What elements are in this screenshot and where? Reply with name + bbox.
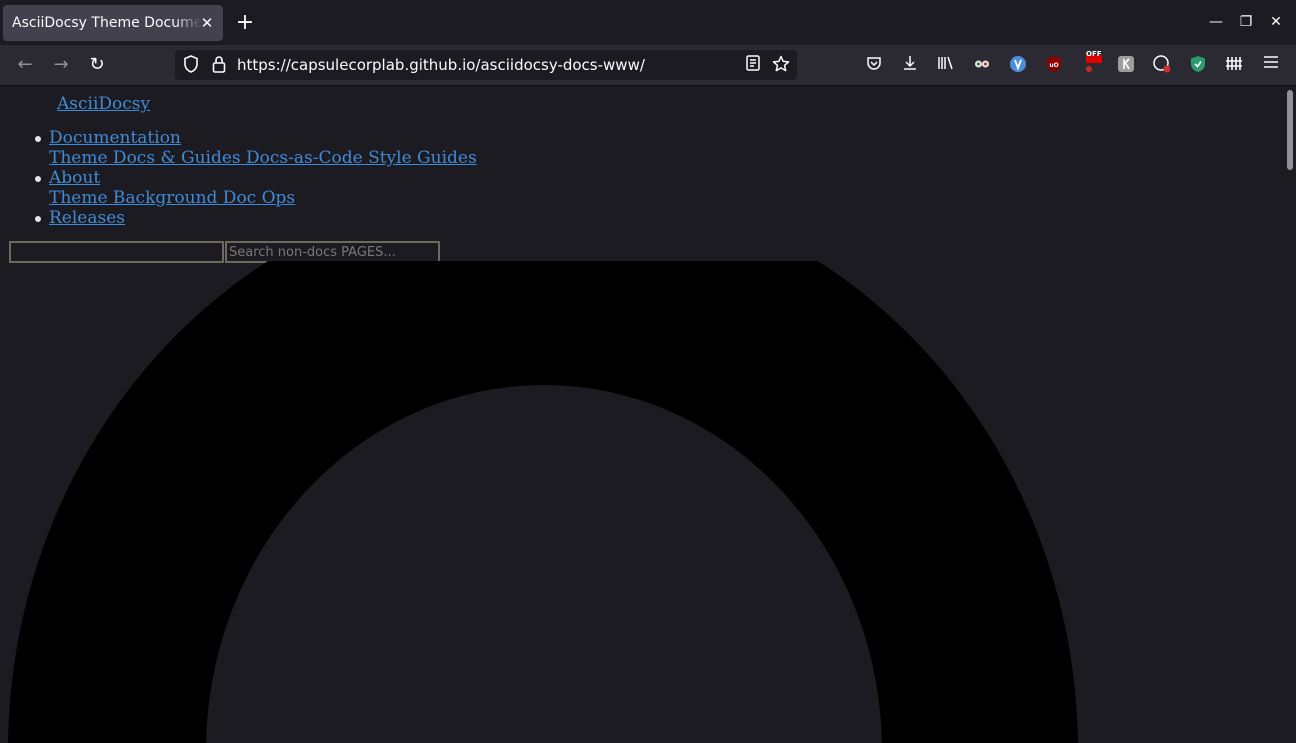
off-badge: OFF [1086, 50, 1102, 58]
svg-text:uO: uO [1049, 62, 1058, 69]
pocket-icon[interactable] [864, 55, 884, 75]
extension-fence-icon[interactable] [1224, 55, 1244, 75]
downloads-icon[interactable] [900, 55, 920, 75]
main-menu: Documentation Theme Docs & Guides Docs-a… [35, 128, 477, 228]
tab-asciidocsy[interactable]: AsciiDocsy Theme Documentation ✕ [3, 5, 223, 41]
back-button[interactable]: ← [13, 53, 37, 77]
menu-link-documentation[interactable]: Documentation [49, 128, 181, 148]
submenu-documentation[interactable]: Theme Docs & Guides Docs-as-Code Style G… [49, 148, 477, 168]
extension-vimium-icon[interactable] [1008, 55, 1028, 75]
forward-button[interactable]: → [49, 53, 73, 77]
library-icon[interactable] [936, 55, 956, 75]
url-text[interactable]: https://capsulecorplab.github.io/asciido… [237, 50, 645, 80]
submenu-about[interactable]: Theme Background Doc Ops [49, 188, 295, 208]
reload-button[interactable]: ↻ [85, 53, 109, 77]
extension-k-icon[interactable] [1116, 55, 1136, 75]
tab-title: AsciiDocsy Theme Documentation [12, 15, 202, 31]
page-content: AsciiDocsy Documentation Theme Docs & Gu… [0, 86, 1284, 743]
extension-shield-check-icon[interactable] [1188, 55, 1208, 75]
oversized-logo-icon [8, 261, 1078, 743]
shield-icon[interactable] [181, 55, 201, 75]
minimize-icon[interactable]: — [1206, 12, 1226, 32]
window-close-icon[interactable]: ✕ [1266, 12, 1286, 32]
extension-off-badge-icon[interactable]: OFF [1080, 50, 1102, 75]
navigation-toolbar: ← → ↻ https://capsulecorplab.github.io/a… [0, 45, 1296, 86]
bookmark-star-icon[interactable] [771, 55, 791, 75]
new-tab-button[interactable]: + [233, 11, 257, 35]
pages-search-input[interactable] [225, 241, 440, 263]
extension-eyes-icon[interactable] [972, 55, 992, 75]
menu-link-about[interactable]: About [49, 168, 100, 188]
reader-view-icon[interactable] [743, 55, 763, 75]
url-bar[interactable]: https://capsulecorplab.github.io/asciido… [175, 50, 797, 80]
restore-icon[interactable]: ❐ [1236, 12, 1256, 32]
tab-bar: AsciiDocsy Theme Documentation ✕ + — ❐ ✕ [0, 0, 1296, 45]
menu-item-documentation: Documentation Theme Docs & Guides Docs-a… [35, 128, 477, 168]
hamburger-menu-icon[interactable] [1261, 55, 1281, 75]
extension-ublock-icon[interactable]: uO [1044, 55, 1064, 75]
page-scrollbar[interactable] [1284, 86, 1296, 743]
extension-privacy-icon[interactable] [1152, 55, 1172, 75]
docs-search-input[interactable] [9, 241, 224, 263]
menu-link-releases[interactable]: Releases [49, 208, 125, 228]
menu-item-about: About Theme Background Doc Ops [35, 168, 477, 208]
lock-icon[interactable] [209, 55, 229, 75]
brand-link[interactable]: AsciiDocsy [57, 94, 150, 114]
menu-item-releases: Releases [35, 208, 477, 228]
close-tab-icon[interactable]: ✕ [199, 14, 215, 32]
scrollbar-thumb[interactable] [1287, 90, 1293, 170]
